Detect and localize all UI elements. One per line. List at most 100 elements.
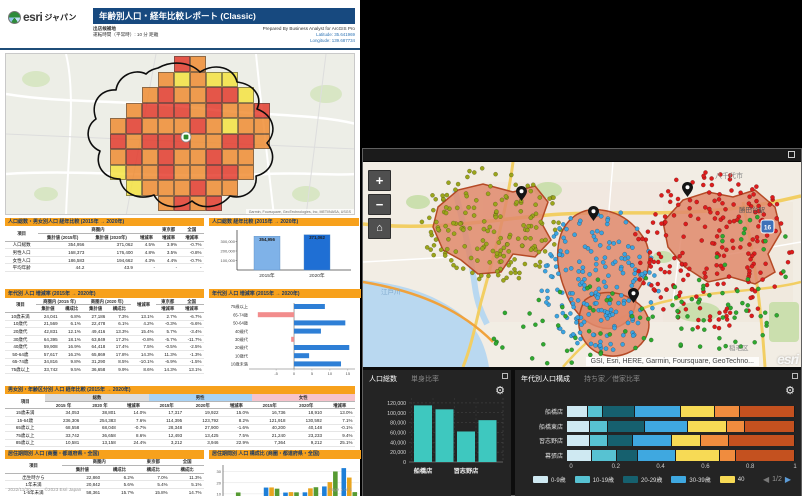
cell-value: 4.3% [135, 256, 157, 264]
cell-value: -2.5% [179, 343, 204, 351]
cell-value: 10,581 [45, 439, 81, 447]
cell-value: 168,373 [38, 249, 87, 257]
panel-population-total: 人口総数 単身比率 ⚙ 020,00040,00060,00080,000100… [363, 370, 511, 496]
report-map[interactable]: Garmin, Foursquare, GeoTechnologies, Inc… [5, 53, 355, 215]
table-row: 10歳未満24,0416.8%27,1867.3%13.1%2.7%-6.7% [5, 312, 204, 320]
stack-segment [608, 435, 633, 446]
esri-brand-suffix: ジャパン [44, 12, 76, 23]
cell-value: -0.7% [118, 424, 148, 432]
column-header: 商圏内 (2020 年) [83, 298, 131, 305]
column-header: 項目 [5, 394, 45, 409]
gender-ageclass-table: 項目総数男性女性2015 年2020 年増減率2015年2020年増減率2015… [5, 394, 355, 447]
cell-value: 8.2% [221, 416, 251, 424]
cell-value: 9.8% [60, 358, 83, 366]
expand-panel-icon[interactable] [792, 373, 798, 379]
cell-value: 13,425 [185, 432, 221, 440]
zoom-out-button[interactable]: − [368, 194, 391, 215]
cell-value: 3,212 [149, 439, 185, 447]
gear-icon[interactable]: ⚙ [495, 386, 505, 397]
svg-text:江戸川: 江戸川 [381, 288, 401, 296]
home-button[interactable]: ⌂ [368, 218, 391, 239]
store-pin[interactable] [516, 186, 527, 201]
table-row: 15-64歳236,306254,3837.6%114,395123,7928.… [5, 416, 355, 424]
pager-prev-icon[interactable]: ◀ [763, 475, 769, 484]
row-label: 人口総数 [5, 241, 38, 249]
row-label: 10歳代 [5, 320, 36, 328]
tab-age-composition[interactable]: 年代別人口構成 [521, 374, 570, 384]
window-titlebar[interactable] [363, 149, 801, 162]
table-row: 65歳以上68,55868,048-0.7%28,34827,900-1.6%4… [5, 424, 355, 432]
row-label: 85歳以上 [5, 439, 45, 447]
store-pin[interactable] [682, 182, 693, 197]
cell-value: 65,869 [83, 350, 107, 358]
cell-value: 15.0% [221, 409, 251, 417]
cell-value: 59,908 [36, 343, 60, 351]
restore-window-icon[interactable] [788, 151, 795, 158]
column-header: 集計値 [62, 466, 102, 474]
svg-text:船橋店: 船橋店 [414, 467, 433, 475]
pager-next-icon[interactable]: ▶ [785, 475, 791, 484]
cell-value: -1.5% [179, 358, 204, 366]
svg-text:40,000: 40,000 [390, 440, 406, 446]
stack-segment [567, 435, 590, 446]
cell-value: 27,186 [83, 312, 107, 320]
cell-value: 17.8% [108, 350, 131, 358]
cell-value: 33,742 [36, 366, 60, 374]
svg-text:5: 5 [311, 371, 314, 376]
tab-ownership-ratio[interactable]: 持ち家／借家比率 [584, 374, 640, 384]
row-label: 10歳未満 [5, 312, 36, 320]
svg-text:371,062: 371,062 [309, 236, 325, 241]
cell-value: 36,658 [82, 432, 118, 440]
row-label: 平均年齢 [5, 264, 38, 272]
report-page: esri ジャパン 年齢別人口・経年比較レポート (Classic) 出店候補地… [0, 0, 360, 496]
cell-value: 21,569 [36, 320, 60, 328]
esri-logo: esri ジャパン [8, 10, 76, 24]
column-header: 構成比 [170, 466, 204, 474]
column-header: 増減率 [179, 305, 204, 313]
column-header: 構成比 [136, 466, 170, 474]
cell-value: 21,240 [252, 432, 288, 440]
esri-globe-icon [8, 11, 21, 24]
column-header: 集計値 [83, 305, 107, 313]
tab-single-ratio[interactable]: 単身比率 [411, 374, 439, 384]
cell-value: 4.4% [158, 256, 180, 264]
expand-panel-icon[interactable] [502, 373, 508, 379]
cell-value: 354,956 [38, 241, 87, 249]
stack-row: 習志野店 [523, 435, 795, 446]
svg-text:20: 20 [217, 480, 222, 485]
zoom-in-button[interactable]: + [368, 170, 391, 191]
cell-value: 16.9% [60, 343, 83, 351]
svg-text:15: 15 [346, 371, 351, 376]
dashboard-map[interactable]: 八千代市勝田台駅江戸川稲毛区16 +−⌂ GSI, Esri, HERE, Ga… [363, 162, 801, 367]
cell-value: 6.2% [103, 473, 137, 481]
tab-population-total[interactable]: 人口総数 [369, 374, 397, 384]
store-pin[interactable] [588, 206, 599, 221]
report-footer: 2022/11/30 ©2023 Esri Japan Page 1 of 1 [8, 487, 352, 492]
cell-value: 9.4% [324, 432, 355, 440]
svg-text:2015年: 2015年 [259, 272, 275, 279]
svg-text:10歳代: 10歳代 [235, 352, 249, 359]
cell-value: -0.7% [180, 256, 204, 264]
cell-value: 8.5% [108, 358, 131, 366]
header-divider [0, 48, 360, 50]
screenshot-root: esri ジャパン 年齢別人口・経年比較レポート (Classic) 出店候補地… [0, 0, 802, 496]
cell-value: 17,317 [149, 409, 185, 417]
cell-value: 33,742 [45, 432, 81, 440]
table-row: 75歳以上33,7429.5%36,6589.9%8.6%14.3%13.1% [5, 366, 204, 374]
cell-value: 40,200 [252, 424, 288, 432]
cell-value: 8.6% [131, 366, 156, 374]
cell-value: - [158, 264, 180, 272]
cell-value: 22,478 [83, 320, 107, 328]
store-pin[interactable] [628, 288, 639, 303]
table-row: 10歳代21,5696.1%22,4786.1%4.2%-0.3%-5.6% [5, 320, 204, 328]
row-label: 女性人口 [5, 256, 38, 264]
table-title: 居住期間別 人口 (商圏・都道府県・全国) [5, 450, 204, 458]
chart-title: 居住期間別 人口 構成比 (商圏・都道府県・全国) [209, 450, 361, 458]
gear-icon[interactable]: ⚙ [785, 386, 795, 397]
column-header: 男性 [149, 394, 252, 401]
column-header: 増減率 [156, 305, 179, 313]
cell-value: 4.5% [135, 241, 157, 249]
cell-value: -11.7% [179, 335, 204, 343]
cell-value: 23,233 [288, 432, 324, 440]
cell-value: -1.3% [179, 350, 204, 358]
